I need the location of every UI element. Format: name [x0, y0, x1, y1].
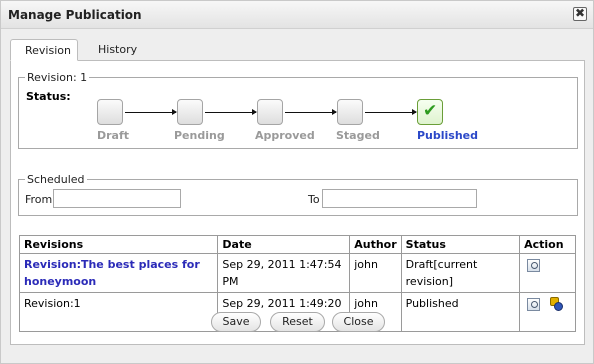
- revision-link[interactable]: Revision:The best places for honeymoon: [24, 258, 200, 288]
- column-header-author: Author: [349, 235, 402, 254]
- column-header-date: Date: [217, 235, 351, 254]
- step-pending-label: Pending: [174, 129, 225, 142]
- step-pending-box: [177, 99, 203, 125]
- step-approved-label: Approved: [255, 129, 315, 142]
- column-header-revisions: Revisions: [18, 235, 219, 254]
- revision-legend: Revision: 1: [25, 71, 90, 84]
- revision-panel: Revision: 1 Status: ✔ Draft Pending Appr…: [10, 60, 585, 345]
- table-header-row: Revisions Date Author Status Action: [18, 235, 576, 254]
- to-label: To: [308, 193, 320, 206]
- step-draft-box: [97, 99, 123, 125]
- manage-publication-dialog: Manage Publication ✖ Revision History Re…: [0, 0, 594, 364]
- table-row: Revision:The best places for honeymoon S…: [18, 253, 576, 293]
- revision-status-box: Revision: 1 Status: ✔ Draft Pending Appr…: [18, 71, 578, 149]
- to-date-input[interactable]: [322, 189, 477, 208]
- step-approved-box: [257, 99, 283, 125]
- checkmark-icon: ✔: [423, 101, 438, 121]
- from-date-input[interactable]: [53, 189, 181, 208]
- save-button[interactable]: Save: [211, 312, 261, 332]
- date-cell: Sep 29, 2011 1:47:54 PM: [217, 253, 351, 293]
- dialog-titlebar: Manage Publication ✖: [1, 1, 593, 29]
- tab-history[interactable]: History: [84, 39, 151, 61]
- tab-revision[interactable]: Revision: [10, 39, 78, 61]
- arrow-icon: [205, 109, 257, 115]
- column-header-action: Action: [519, 235, 576, 254]
- status-cell: Draft[current revision]: [400, 253, 521, 293]
- close-icon[interactable]: ✖: [573, 7, 587, 21]
- view-icon[interactable]: [527, 258, 541, 272]
- step-published-box: ✔: [417, 99, 443, 125]
- scheduled-box: Scheduled From To: [18, 173, 578, 216]
- action-cell: [519, 292, 576, 332]
- action-cell: [519, 253, 576, 293]
- reset-button[interactable]: Reset: [270, 312, 325, 332]
- from-label: From: [25, 193, 53, 206]
- column-header-status: Status: [400, 235, 521, 254]
- step-published-label: Published: [417, 129, 479, 142]
- author-cell: john: [349, 253, 402, 293]
- status-label: Status:: [26, 90, 71, 103]
- dialog-title: Manage Publication: [8, 8, 142, 22]
- step-staged-box: [337, 99, 363, 125]
- publish-icon[interactable]: [549, 297, 564, 311]
- revision-cell: Revision:1: [18, 292, 219, 332]
- scheduled-legend: Scheduled: [25, 173, 87, 186]
- view-icon[interactable]: [527, 297, 541, 311]
- step-staged-label: Staged: [336, 129, 380, 142]
- status-cell: Published: [400, 292, 521, 332]
- step-draft-label: Draft: [97, 129, 130, 142]
- arrow-icon: [365, 109, 417, 115]
- arrow-icon: [285, 109, 337, 115]
- arrow-icon: [125, 109, 177, 115]
- revision-cell: Revision:The best places for honeymoon: [18, 253, 219, 293]
- close-button[interactable]: Close: [332, 312, 385, 332]
